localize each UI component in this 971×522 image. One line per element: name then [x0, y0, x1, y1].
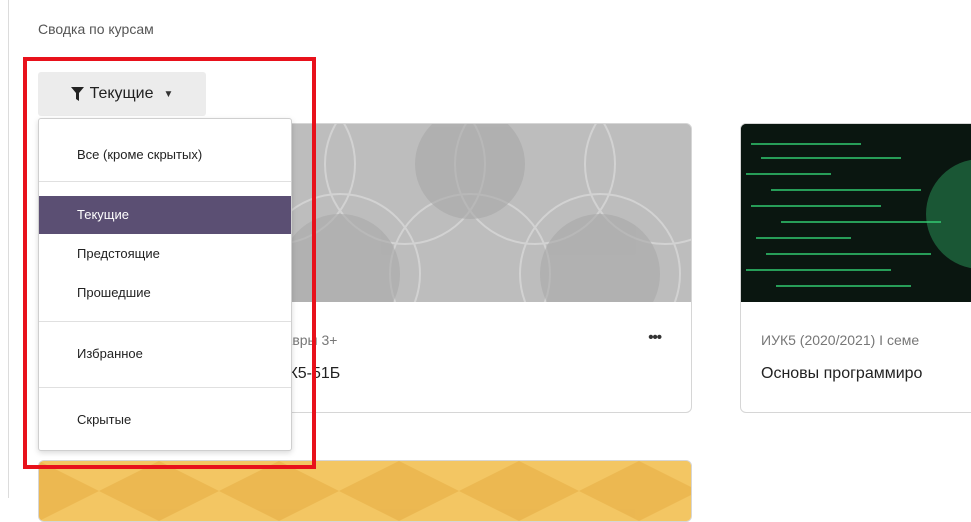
course-card[interactable]: р бакалавры 3+ для ИУК5-51Б ••• — [224, 123, 692, 413]
course-category: ИУК5 (2020/2021) I семе — [761, 332, 920, 348]
dropdown-item-past[interactable]: Прошедшие — [39, 274, 291, 312]
dropdown-divider — [39, 387, 291, 388]
dropdown-divider — [39, 321, 291, 322]
dropdown-item-all[interactable]: Все (кроме скрытых) — [39, 136, 291, 174]
dropdown-item-upcoming[interactable]: Предстоящие — [39, 235, 291, 273]
dropdown-item-hidden[interactable]: Скрытые — [39, 401, 291, 439]
course-image — [39, 461, 691, 521]
course-image — [741, 124, 971, 302]
course-name[interactable]: Основы программиро — [761, 365, 922, 383]
dropdown-item-favourites[interactable]: Избранное — [39, 335, 291, 373]
caret-down-icon: ▼ — [163, 88, 174, 100]
filter-icon — [70, 87, 84, 101]
course-card[interactable] — [38, 460, 692, 522]
page-title: Сводка по курсам — [38, 21, 154, 37]
course-card[interactable]: ИУК5 (2020/2021) I семе Основы программи… — [740, 123, 971, 413]
filter-dropdown-button[interactable]: Текущие ▼ — [38, 72, 206, 116]
filter-label: Текущие — [89, 85, 154, 102]
course-image — [225, 124, 691, 355]
dropdown-divider — [39, 181, 291, 182]
left-border — [8, 0, 9, 498]
dropdown-item-current[interactable]: Текущие — [39, 196, 291, 234]
more-options-icon[interactable]: ••• — [648, 329, 662, 346]
filter-dropdown-menu: Все (кроме скрытых) Текущие Предстоящие … — [38, 118, 292, 451]
